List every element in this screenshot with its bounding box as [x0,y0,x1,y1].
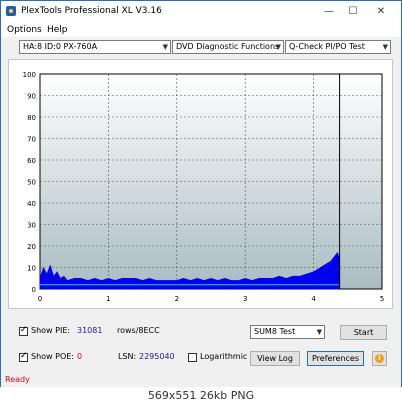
image-caption-bar: 569x551 26kb PNG [0,387,402,404]
menu-help[interactable]: Help [47,25,68,35]
x-tick-label: 5 [380,295,384,303]
menu-bar: Options Help [1,23,401,37]
pi-po-chart: 0 10 20 30 40 50 60 70 80 90 100 0 1 2 3 4 5 [23,71,385,303]
chevron-down-icon: ▼ [382,43,388,51]
y-tick-label: 10 [27,265,36,273]
y-tick-label: 60 [27,157,36,165]
drive-select[interactable]: HA:8 ID:0 PX-760A ▼ [19,40,171,54]
chart-panel: 0 10 20 30 40 50 60 70 80 90 100 0 1 2 3 4 5 [8,59,393,309]
info-button[interactable]: i [372,351,387,366]
y-tick-label: 0 [32,286,36,294]
minimize-button[interactable]: — [317,4,341,20]
title-bar: PlexTools Professional XL V3.16 — ☐ ✕ [1,1,401,23]
app-logo-icon [6,6,16,16]
status-bar [1,374,401,384]
x-tick-label: 2 [175,295,179,303]
y-tick-label: 80 [27,114,36,122]
window-title: PlexTools Professional XL V3.16 [21,6,162,16]
preferences-button[interactable]: Preferences [307,351,364,366]
lsn-label: LSN: [118,352,137,361]
info-icon: i [375,354,384,363]
status-text: Ready [5,375,30,384]
close-button[interactable]: ✕ [369,4,393,20]
y-tick-label: 30 [27,222,36,230]
x-tick-label: 0 [38,295,42,303]
y-tick-label: 90 [27,93,36,101]
show-pie-label: Show PIE: [31,326,71,335]
drive-select-value: HA:8 ID:0 PX-760A [23,42,98,51]
pie-value: 31081 [77,326,103,335]
y-tick-label: 70 [27,136,36,144]
x-tick-label: 3 [243,295,247,303]
test-select-value: Q-Check PI/PO Test [289,42,365,51]
logarithmic-label: Logarithmic [200,352,248,361]
chevron-down-icon: ▼ [162,43,168,51]
plot-background [39,73,383,290]
app-window: PlexTools Professional XL V3.16 — ☐ ✕ Op… [0,0,402,404]
lsn-value: 2295040 [139,352,175,361]
rows-label: rows/8ECC [117,326,160,335]
y-tick-label: 100 [23,71,36,79]
image-caption: 569x551 26kb PNG [147,389,255,402]
x-tick-label: 4 [311,295,316,303]
menu-options[interactable]: Options [7,25,42,35]
y-tick-label: 50 [27,179,36,187]
maximize-button[interactable]: ☐ [341,4,365,20]
test-select[interactable]: Q-Check PI/PO Test ▼ [285,40,391,54]
logarithmic-checkbox[interactable] [188,353,197,362]
show-poe-checkbox[interactable] [19,351,28,362]
start-button[interactable]: Start [340,325,387,340]
view-log-button[interactable]: View Log [250,351,300,366]
x-tick-label: 1 [106,295,110,303]
chevron-down-icon: ▼ [275,43,281,51]
show-pie-checkbox[interactable] [19,325,28,336]
sum-mode-select[interactable]: SUM8 Test ▼ [250,325,325,339]
show-poe-label: Show POE: [31,352,74,361]
y-tick-label: 40 [27,200,36,208]
poe-value: 0 [77,352,83,361]
sum-mode-value: SUM8 Test [254,327,296,336]
function-select-value: DVD Diagnostic Functions [176,42,280,51]
y-tick-label: 20 [27,243,36,251]
chevron-down-icon: ▼ [316,328,322,336]
function-select[interactable]: DVD Diagnostic Functions ▼ [172,40,284,54]
